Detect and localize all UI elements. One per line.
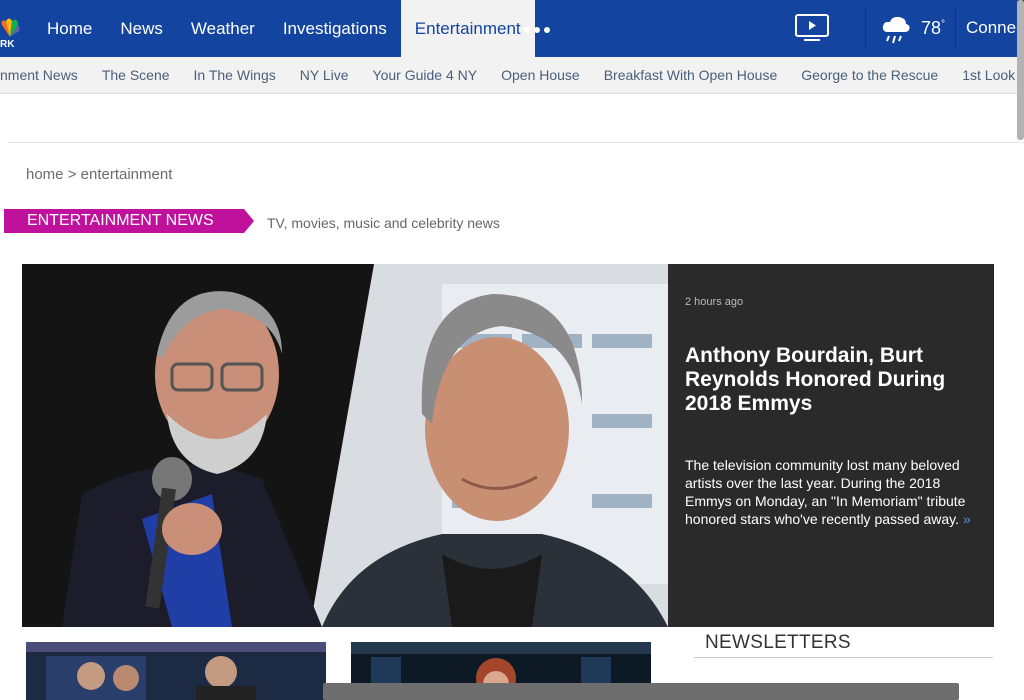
station-logo[interactable]: RK: [0, 17, 22, 53]
breadcrumb: home > entertainment: [26, 166, 172, 183]
hero-description: The television community lost many belov…: [685, 456, 975, 528]
temperature-value: 78: [921, 18, 942, 38]
hero-photo-illustration: [22, 264, 668, 627]
degree-symbol: °: [941, 19, 946, 30]
subnav-item[interactable]: Breakfast With Open House: [592, 57, 790, 93]
subnav-item[interactable]: The Scene: [90, 57, 182, 93]
entertainment-subnav: nment News The Scene In The Wings NY Liv…: [0, 57, 1024, 94]
more-menu-icon[interactable]: [524, 27, 550, 35]
subnav-item[interactable]: Your Guide 4 NY: [361, 57, 490, 93]
nav-divider: [865, 6, 866, 50]
section-tag: ENTERTAINMENT NEWS: [4, 209, 254, 233]
subnav-item[interactable]: NY Live: [288, 57, 361, 93]
subnav-item[interactable]: Open House: [489, 57, 592, 93]
peacock-logo-icon: [1, 18, 20, 37]
main-nav: Home News Weather Investigations Enterta…: [33, 0, 535, 57]
subnav-item[interactable]: In The Wings: [182, 57, 288, 93]
hero-card[interactable]: 2 hours ago Anthony Bourdain, Burt Reyno…: [668, 264, 994, 627]
subnav-item[interactable]: George to the Rescue: [789, 57, 950, 93]
breadcrumb-separator: >: [67, 166, 77, 183]
nav-divider: [955, 6, 956, 50]
read-more-icon[interactable]: »: [963, 511, 971, 527]
hero-timestamp: 2 hours ago: [685, 296, 744, 308]
nav-home[interactable]: Home: [33, 0, 106, 57]
newsletters-divider: [694, 657, 993, 658]
subnav-item[interactable]: 1st Look: [950, 57, 1024, 93]
hero-headline[interactable]: Anthony Bourdain, Burt Reynolds Honored …: [685, 344, 975, 416]
temperature[interactable]: 78°: [921, 18, 945, 39]
vertical-scrollbar[interactable]: [1017, 0, 1024, 140]
story-thumbnail[interactable]: [26, 642, 326, 700]
hero-story[interactable]: 2 hours ago Anthony Bourdain, Burt Reyno…: [22, 264, 994, 627]
logo-text: RK: [0, 39, 15, 50]
newsletters-heading: NEWSLETTERS: [705, 632, 851, 653]
live-tv-icon[interactable]: [794, 13, 830, 43]
section-subtitle: TV, movies, music and celebrity news: [267, 215, 500, 231]
hero-image[interactable]: [22, 264, 668, 627]
nav-entertainment[interactable]: Entertainment: [400, 0, 535, 57]
top-navigation-bar: RK Home News Weather Investigations Ente…: [0, 0, 1024, 57]
breadcrumb-current[interactable]: entertainment: [81, 166, 173, 183]
thumbnail-image: [26, 642, 326, 700]
section-tag-label: ENTERTAINMENT NEWS: [27, 212, 214, 229]
breadcrumb-home[interactable]: home: [26, 166, 64, 183]
rain-cloud-icon[interactable]: [880, 14, 912, 46]
edge-mask: [0, 627, 8, 700]
nav-weather[interactable]: Weather: [177, 0, 269, 57]
hero-description-text: The television community lost many belov…: [685, 457, 966, 527]
connect-link[interactable]: Connec: [966, 18, 1024, 38]
subnav-item[interactable]: nment News: [0, 57, 90, 93]
subnav-list: nment News The Scene In The Wings NY Liv…: [0, 57, 1024, 93]
nav-investigations[interactable]: Investigations: [269, 0, 401, 57]
horizontal-scrollbar[interactable]: [323, 683, 959, 700]
nav-news[interactable]: News: [106, 0, 177, 57]
divider: [8, 142, 1024, 143]
